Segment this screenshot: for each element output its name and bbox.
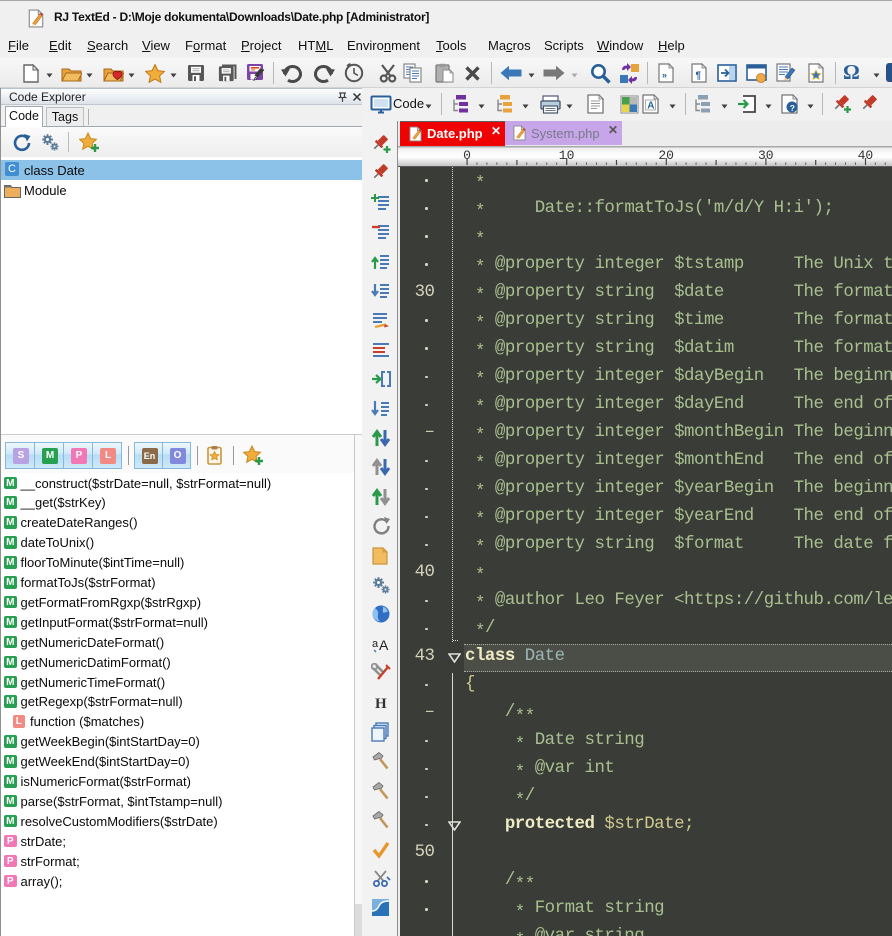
svg-text:a: a [372, 638, 379, 650]
svg-text:»: » [662, 70, 667, 80]
svg-text:H: H [375, 696, 387, 712]
svg-text:¶: ¶ [696, 71, 702, 82]
svg-text:?: ? [790, 103, 795, 113]
svg-text:A: A [647, 101, 654, 112]
svg-text:A: A [379, 637, 389, 653]
